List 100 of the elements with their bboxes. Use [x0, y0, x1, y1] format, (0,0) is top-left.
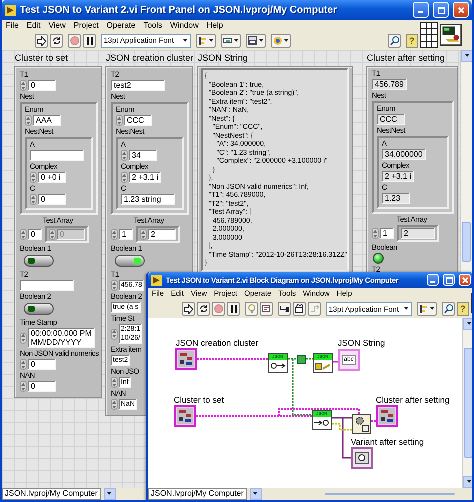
increment-arrows[interactable] — [111, 229, 118, 240]
increment-arrows[interactable] — [116, 115, 123, 126]
menu-item[interactable]: View — [48, 20, 66, 30]
pause-button[interactable] — [83, 34, 96, 48]
step-over-button[interactable] — [293, 302, 306, 316]
numeric-field[interactable]: AAA — [33, 115, 61, 126]
increment-arrows[interactable] — [20, 332, 27, 344]
timestamp-field[interactable]: 00:00:00.000 PM MM/DD/YYYY — [28, 328, 95, 348]
run-button[interactable] — [182, 302, 195, 316]
scroll-up-button[interactable] — [463, 318, 472, 330]
cluster-terminal[interactable] — [376, 405, 398, 427]
numeric-field[interactable]: 0 — [38, 194, 66, 205]
menu-item[interactable]: Help — [206, 20, 224, 30]
menu-item[interactable]: Project — [74, 20, 99, 30]
minimize-button[interactable] — [413, 2, 429, 18]
increment-arrows[interactable] — [111, 399, 118, 410]
maximize-button[interactable] — [443, 274, 455, 286]
numeric-field[interactable]: 0 — [28, 359, 56, 370]
help-button[interactable]: ? — [406, 34, 418, 48]
step-out-icon — [310, 304, 320, 314]
step-into-button[interactable] — [278, 302, 291, 316]
scrollbar-thumb[interactable] — [464, 348, 472, 458]
vi-icon — [440, 24, 462, 46]
increment-arrows[interactable] — [30, 194, 37, 205]
cluster-terminal[interactable] — [174, 405, 196, 427]
array-element-field[interactable]: 2 — [148, 229, 176, 240]
cluster-terminal[interactable] — [175, 348, 197, 370]
pause-button[interactable] — [227, 302, 240, 316]
increment-arrows[interactable] — [111, 280, 118, 291]
string-field[interactable]: test2 — [111, 80, 165, 91]
scrollbar-thumb[interactable] — [324, 493, 455, 495]
caret-icon — [466, 480, 472, 484]
numeric-field: 1.23 — [382, 193, 410, 204]
run-continuously-button[interactable] — [50, 34, 63, 48]
scroll-up-button[interactable] — [461, 50, 472, 62]
boolean-switch[interactable] — [24, 255, 54, 267]
index-field[interactable]: 1 — [380, 228, 394, 239]
menu-item[interactable]: Operate — [106, 20, 136, 30]
increment-arrows[interactable] — [111, 328, 118, 340]
menu-item[interactable]: Tools — [144, 20, 162, 30]
scrollbar-thumb[interactable] — [462, 222, 471, 262]
type-cast-node-icon — [298, 356, 306, 364]
increment-arrows[interactable] — [30, 172, 37, 183]
string-field[interactable] — [30, 150, 84, 161]
increment-arrows[interactable] — [49, 229, 56, 240]
terminal-label: JSON creation cluster — [176, 338, 259, 348]
help-button[interactable]: ? — [457, 302, 469, 316]
increment-arrows[interactable] — [140, 229, 147, 240]
close-button[interactable] — [453, 2, 469, 18]
arrow-icon — [184, 304, 194, 314]
string-field[interactable]: 1.23 string — [121, 194, 175, 205]
variant-terminal[interactable] — [351, 447, 373, 469]
numeric-field[interactable]: CCC — [124, 115, 152, 126]
increment-arrows[interactable] — [20, 381, 27, 392]
menu-item[interactable]: File — [6, 20, 19, 30]
retain-wire-values-button[interactable] — [260, 302, 273, 316]
numeric-field[interactable]: 2 +3.1 i — [129, 172, 162, 183]
numeric-field[interactable]: 34 — [129, 150, 157, 161]
search-button[interactable] — [442, 302, 455, 316]
align-menu-button[interactable] — [196, 34, 216, 48]
align-menu-button[interactable] — [417, 302, 437, 316]
increment-arrows[interactable] — [20, 80, 27, 91]
scroll-left-button[interactable] — [250, 488, 262, 500]
minimize-button[interactable] — [427, 274, 439, 286]
maximize-button[interactable] — [433, 2, 449, 18]
increment-arrows[interactable] — [372, 228, 379, 239]
increment-arrows[interactable] — [20, 359, 27, 370]
resize-menu-button[interactable] — [246, 34, 266, 48]
boolean-switch[interactable] — [24, 303, 54, 315]
boolean-switch[interactable] — [115, 255, 145, 267]
increment-arrows[interactable] — [20, 229, 27, 240]
scroll-down-button[interactable] — [463, 476, 472, 488]
caret-icon — [253, 492, 258, 496]
close-button[interactable] — [459, 274, 471, 286]
caret-icon — [466, 322, 472, 326]
gear-node-icon[interactable] — [352, 414, 371, 434]
cluster-label: Cluster after setting — [367, 53, 446, 64]
scroll-left-button[interactable] — [104, 488, 116, 500]
highlight-execution-button[interactable] — [245, 302, 258, 316]
terminal-label: Variant after setting — [351, 437, 424, 447]
run-button[interactable] — [35, 34, 48, 48]
distribute-icon — [223, 36, 233, 46]
menu-item[interactable]: Edit — [26, 20, 41, 30]
run-continuously-button[interactable] — [197, 302, 210, 316]
menu-item[interactable]: Window — [170, 20, 199, 30]
index-field[interactable]: 0 — [28, 229, 42, 240]
increment-arrows[interactable] — [121, 172, 128, 183]
index-field[interactable]: 1 — [119, 229, 133, 240]
numeric-field[interactable]: 0 +0 i — [38, 172, 66, 183]
reorder-menu-button[interactable] — [271, 34, 291, 48]
numeric-field[interactable]: 0 — [28, 381, 56, 392]
increment-arrows[interactable] — [121, 150, 128, 161]
increment-arrows[interactable] — [111, 377, 118, 388]
numeric-field[interactable]: 0 — [28, 80, 56, 91]
increment-arrows[interactable] — [25, 115, 32, 126]
distribute-menu-button[interactable] — [221, 34, 241, 48]
string-field[interactable] — [20, 280, 74, 291]
app-icon — [5, 4, 16, 16]
wire — [197, 358, 268, 360]
search-button[interactable] — [388, 34, 401, 48]
